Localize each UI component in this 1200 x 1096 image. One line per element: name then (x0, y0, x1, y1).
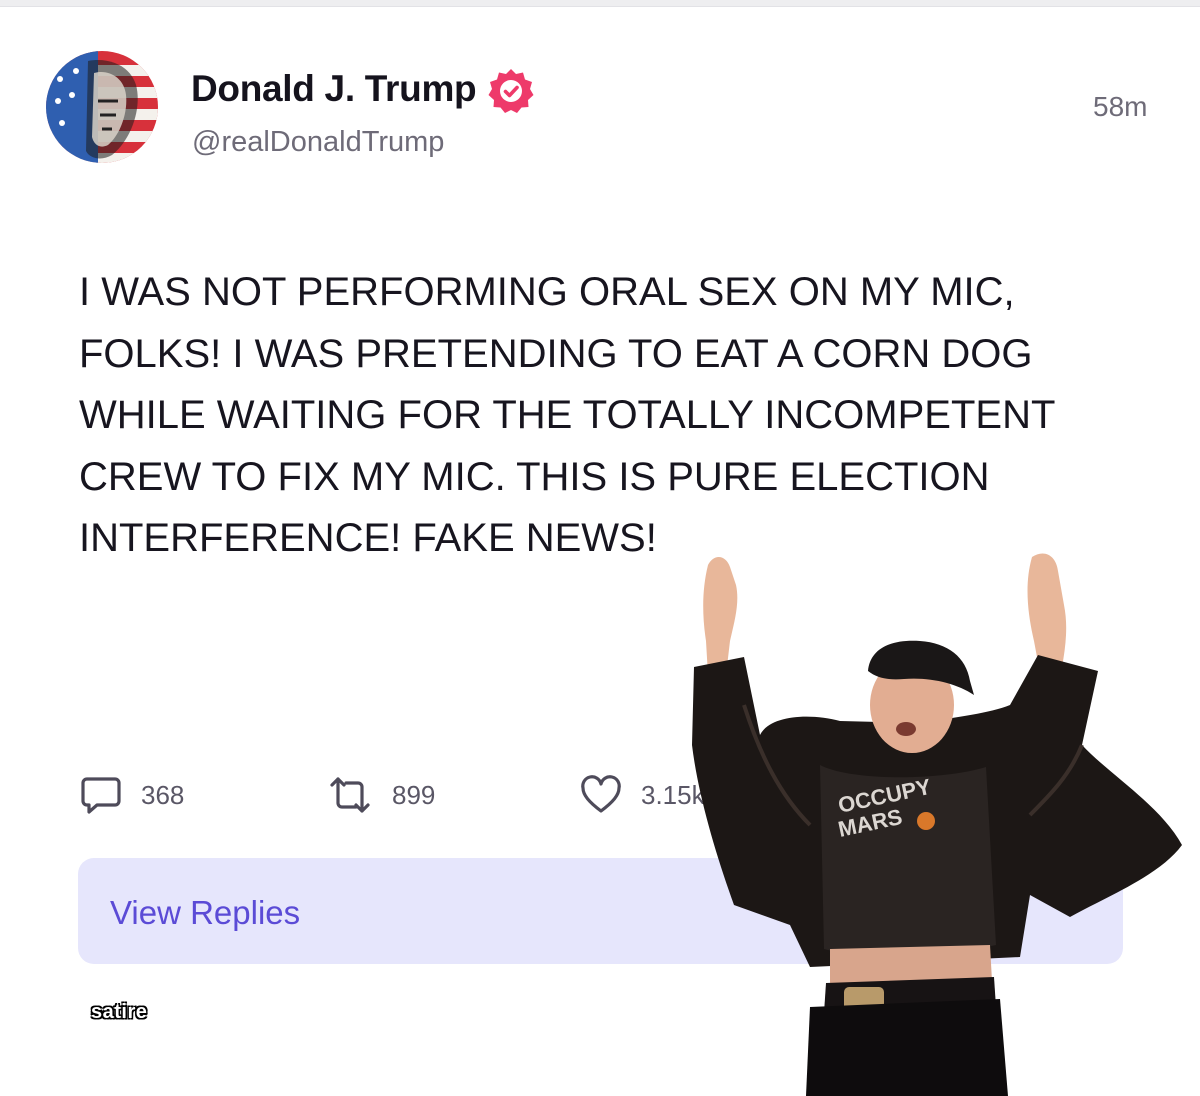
author-avatar[interactable] (46, 51, 158, 163)
overlay-person-sticker: OCCUPY MARS (692, 553, 1182, 1096)
like-button[interactable]: 3.15k (579, 773, 705, 817)
repost-icon (330, 777, 370, 813)
reply-button[interactable]: 368 (79, 773, 184, 817)
top-divider-line (0, 6, 1200, 7)
post-body-text: I WAS NOT PERFORMING ORAL SEX ON MY MIC,… (79, 270, 1055, 560)
author-handle[interactable]: @realDonaldTrump (192, 126, 444, 159)
verified-badge-icon (488, 69, 534, 113)
repost-button[interactable]: 899 (326, 773, 435, 817)
comment-icon (81, 777, 121, 814)
reply-count: 368 (141, 779, 185, 810)
repost-count: 899 (392, 779, 436, 810)
heart-icon (581, 775, 621, 813)
view-replies-label: View Replies (110, 894, 301, 931)
post-timestamp[interactable]: 58m (1093, 91, 1147, 123)
satire-caption: satire (91, 1001, 148, 1023)
author-display-name[interactable]: Donald J. Trump (191, 68, 477, 110)
